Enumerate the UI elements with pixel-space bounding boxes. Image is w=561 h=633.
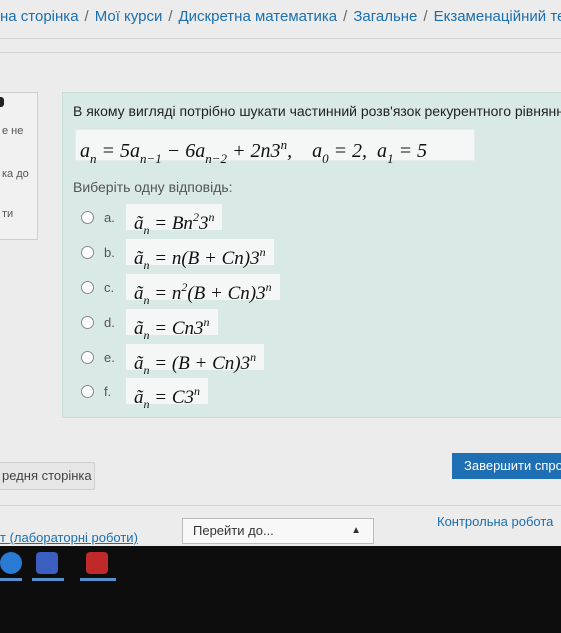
option-formula: ãn = Bn23n — [126, 204, 223, 237]
taskbar — [0, 546, 561, 633]
answer-option-e[interactable]: e. ãn = (B + Cn)3n — [81, 343, 265, 377]
active-indicator — [32, 578, 64, 581]
previous-page-button[interactable]: редня сторінка — [0, 462, 95, 490]
info-marks: ка до — [2, 168, 29, 180]
radio-button[interactable] — [81, 245, 94, 259]
divider — [0, 38, 561, 39]
active-indicator — [0, 578, 22, 581]
radio-button[interactable] — [81, 384, 94, 398]
chat-icon[interactable] — [36, 552, 58, 574]
answer-option-f[interactable]: f. ãn = C3n — [81, 377, 208, 411]
breadcrumb: на сторінка / Мої курси / Дискретна математи… — [0, 8, 561, 32]
radio-button[interactable] — [81, 315, 94, 329]
option-letter: d. — [104, 314, 115, 330]
answer-prompt: Виберіть одну відповідь: — [73, 179, 233, 195]
option-letter: a. — [104, 209, 115, 225]
option-formula: ãn = n(B + Cn)3n — [126, 239, 274, 272]
option-letter: f. — [104, 383, 112, 399]
option-letter: e. — [104, 349, 115, 365]
option-formula: ãn = C3n — [126, 378, 208, 411]
breadcrumb-course[interactable]: Дискретна математика — [179, 8, 338, 25]
question-info: е не ка до ти — [0, 92, 38, 240]
question-text: В якому вигляді потрібно шукати частинни… — [73, 103, 561, 119]
pdf-reader-icon[interactable] — [86, 552, 108, 574]
info-status: е не — [2, 125, 24, 137]
answer-option-c[interactable]: c. ãn = n2(B + Cn)3n — [81, 273, 280, 307]
option-formula: ãn = Cn3n — [126, 309, 218, 342]
radio-button[interactable] — [81, 280, 94, 294]
next-activity-link[interactable]: Контрольна робота — [437, 514, 553, 529]
breadcrumb-my-courses[interactable]: Мої курси — [95, 8, 163, 25]
breadcrumb-section[interactable]: Загальне — [353, 8, 417, 25]
divider — [0, 505, 561, 506]
option-letter: c. — [104, 279, 115, 295]
option-letter: b. — [104, 244, 115, 260]
divider — [0, 52, 561, 53]
active-indicator — [80, 578, 116, 581]
jump-to-label: Перейти до... — [193, 523, 274, 538]
answer-option-a[interactable]: a. ãn = Bn23n — [81, 203, 223, 237]
recurrence-formula: an = 5an−1 − 6an−2 + 2n3n, a0 = 2, a1 = … — [75, 129, 475, 166]
answer-option-b[interactable]: b. ãn = n(B + Cn)3n — [81, 238, 274, 272]
option-formula: ãn = (B + Cn)3n — [126, 344, 265, 377]
jump-to-select[interactable]: Перейти до... ▲▼ — [182, 518, 374, 560]
option-formula: ãn = n2(B + Cn)3n — [126, 274, 280, 307]
browser-icon[interactable] — [0, 552, 22, 574]
question-number — [0, 97, 4, 107]
question-content: В якому вигляді потрібно шукати частинни… — [62, 92, 561, 418]
breadcrumb-home[interactable]: на сторінка — [0, 8, 79, 25]
answer-option-d[interactable]: d. ãn = Cn3n — [81, 308, 218, 342]
info-flag[interactable]: ти — [2, 208, 13, 220]
breadcrumb-quiz[interactable]: Екзаменаційний тес — [434, 8, 561, 25]
radio-button[interactable] — [81, 210, 94, 224]
previous-activity-link[interactable]: т (лабораторні роботи) — [0, 530, 138, 545]
finish-attempt-button[interactable]: Завершити спро — [452, 453, 561, 479]
radio-button[interactable] — [81, 350, 94, 364]
quiz-page: на сторінка / Мої курси / Дискретна математи… — [0, 0, 561, 575]
